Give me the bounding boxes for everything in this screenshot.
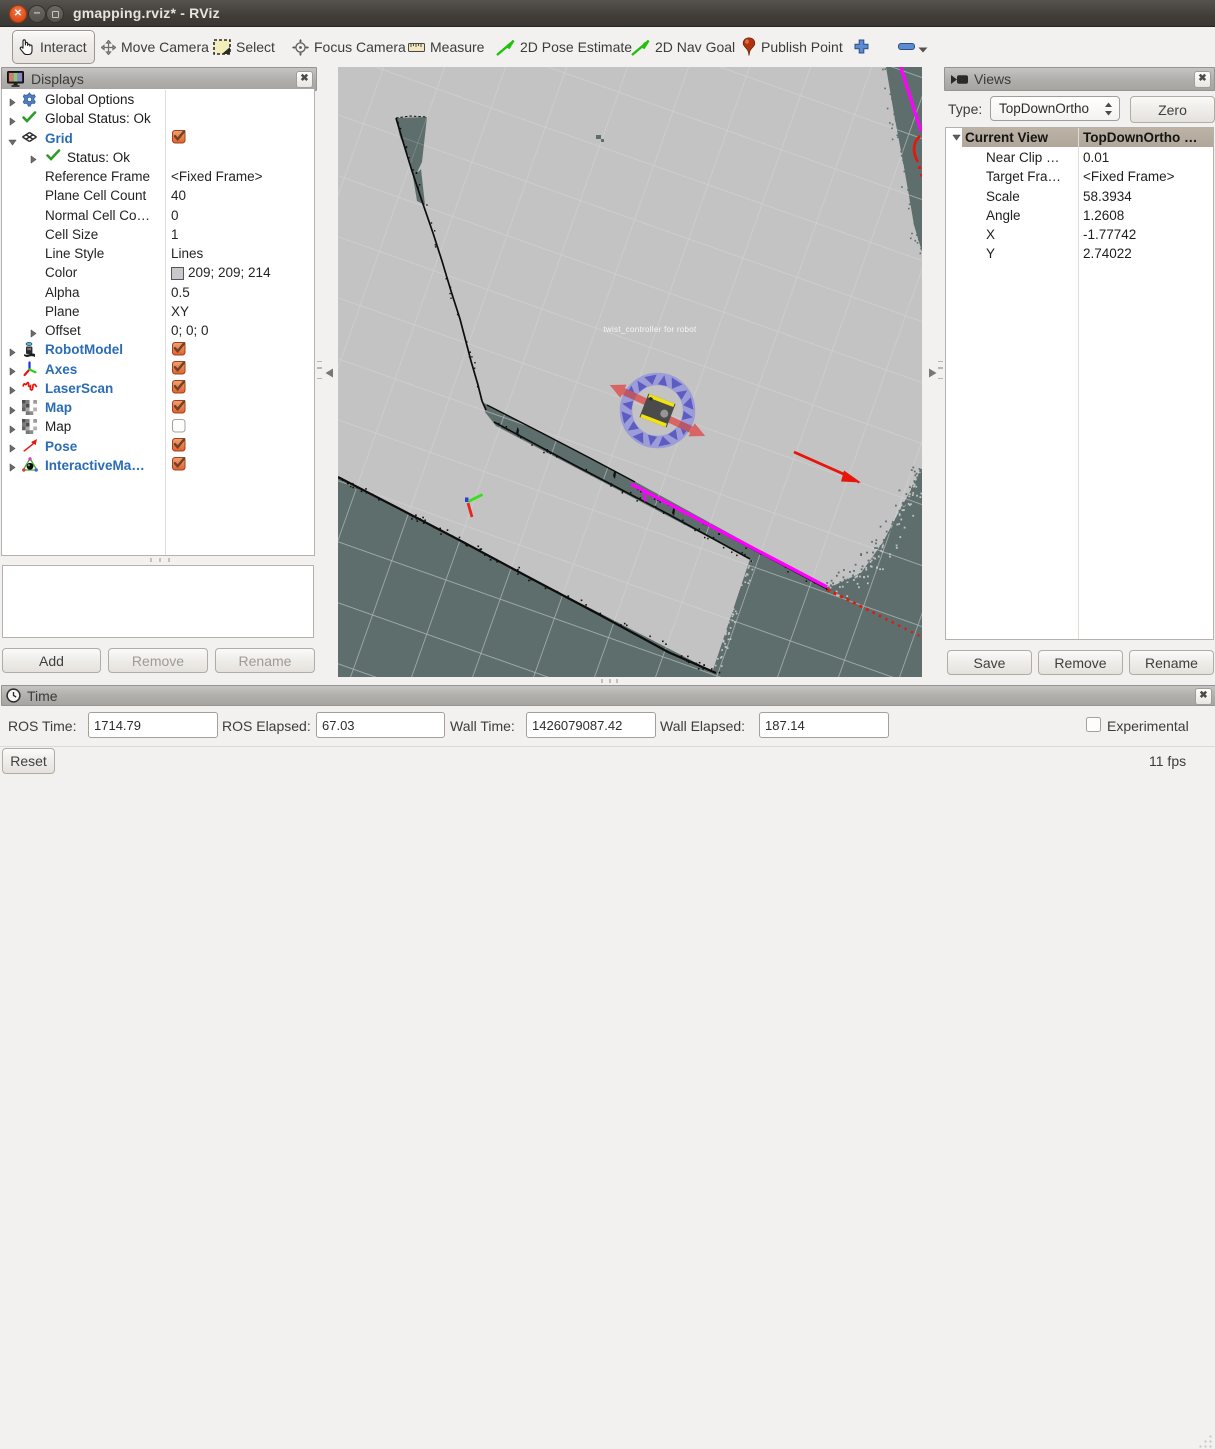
- svg-text:twist_controller for robot: twist_controller for robot: [603, 325, 697, 334]
